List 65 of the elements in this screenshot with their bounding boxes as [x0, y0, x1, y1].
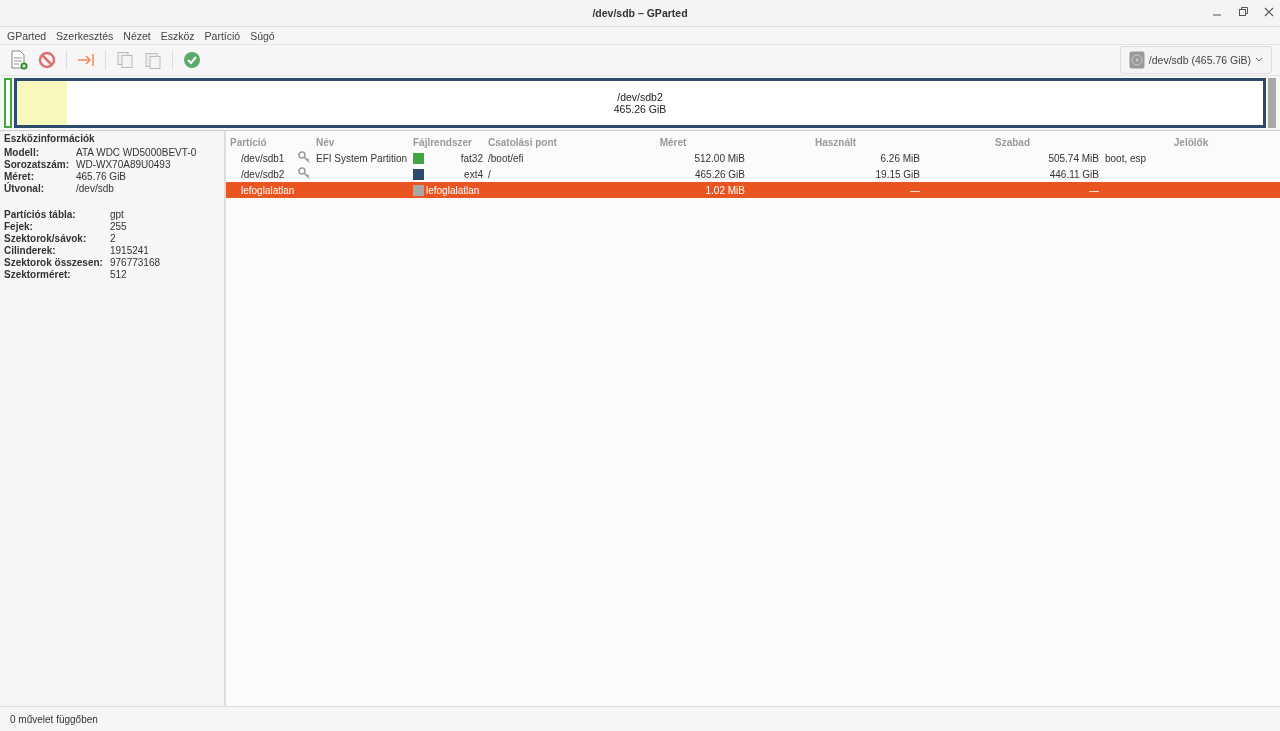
menu-item[interactable]: Partíció — [199, 29, 246, 42]
partition-row[interactable]: /dev/sdb1 EFI System Partition fat32 /boot/efi 512.00 MiB 6.26 MiB 505.74 MiB boot, esp — [226, 150, 1280, 166]
info-label: Cilinderek: — [4, 245, 57, 257]
info-label: Fejek: — [4, 221, 34, 233]
copy-icon[interactable] — [116, 50, 134, 70]
table-cell: 465.26 GiB — [694, 168, 745, 180]
info-value: 255 — [110, 221, 128, 233]
info-value: /dev/sdb — [76, 183, 115, 195]
info-value: 512 — [110, 269, 128, 281]
table-cell: 505.74 MiB — [1048, 152, 1099, 164]
partition-row[interactable]: /dev/sdb2 ext4 / 465.26 GiB 19.15 GiB 446.11 GiB — [226, 166, 1280, 182]
info-label: Partíciós tábla: — [4, 209, 77, 221]
partition-segment[interactable]: /dev/sdb2 465.26 GiB — [14, 78, 1266, 128]
table-cell: 1.02 MiB — [705, 184, 745, 196]
info-value: WD-WX70A89U0493 — [76, 159, 172, 171]
info-label: Szektorok összesen: — [4, 257, 104, 269]
table-cell-text: fat32 — [459, 152, 484, 164]
partition-size: 465.26 GiB — [613, 103, 667, 115]
info-label: Szektorok/sávok: — [4, 233, 88, 245]
info-label: Sorozatszám: — [4, 159, 70, 171]
status-text: 0 művelet függőben — [10, 713, 98, 725]
info-label: Útvonal: — [4, 183, 45, 195]
table-cell-text: /dev/sdb2 — [240, 168, 286, 180]
table-cell: 19.15 GiB — [875, 168, 920, 180]
info-value: gpt — [110, 209, 125, 221]
table-cell: boot, esp — [1105, 152, 1147, 164]
menu-item[interactable]: GParted — [2, 29, 52, 42]
menu-item[interactable]: Szerkesztés — [51, 29, 119, 42]
table-cell: 512.00 MiB — [694, 152, 745, 164]
delete-icon[interactable] — [38, 50, 56, 70]
menu-item[interactable]: Eszköz — [155, 29, 200, 42]
caret-icon — [1255, 57, 1263, 63]
info-title: Eszközinformációk — [4, 133, 96, 144]
menu-item[interactable]: Súgó — [245, 29, 280, 42]
table-cell: — — [1089, 184, 1099, 196]
info-value: 976773168 — [110, 257, 162, 269]
device-dropdown[interactable]: /dev/sdb (465.76 GiB) — [1119, 46, 1272, 74]
info-value: 1915241 — [110, 245, 150, 257]
menu-item[interactable]: Nézet — [118, 29, 156, 42]
window-title: /dev/sdb – GParted — [592, 7, 688, 19]
table-cell-text: ext4 — [463, 168, 484, 180]
table-cell: 6.26 MiB — [880, 152, 920, 164]
table-cell: 446.11 GiB — [1049, 168, 1099, 180]
info-label: Szektorméret: — [4, 269, 72, 281]
info-label: Modell: — [4, 147, 40, 159]
info-value: ATA WDC WD5000BEVT-0 — [76, 147, 198, 159]
info-value: 465.76 GiB — [76, 171, 128, 183]
close-icon[interactable] — [1264, 7, 1274, 17]
table-cell-text: /dev/sdb1 — [240, 152, 286, 164]
table-cell: / — [488, 168, 491, 180]
new-document-icon[interactable] — [10, 50, 28, 70]
maximize-icon[interactable] — [1238, 7, 1248, 17]
info-value: 2 — [110, 233, 117, 245]
partition-segment[interactable] — [4, 78, 12, 128]
disk-icon — [1128, 51, 1145, 69]
partition-name: /dev/sdb2 — [617, 91, 663, 103]
table-cell: — — [910, 184, 920, 196]
table-cell: EFI System Partition — [316, 152, 408, 164]
table-cell-text: lefoglalatlan — [240, 184, 296, 196]
table-cell-text: lefoglalatlan — [426, 184, 481, 196]
paste-icon[interactable] — [144, 50, 162, 70]
apply-check-icon[interactable] — [183, 50, 201, 70]
partition-row[interactable]: lefoglalatlan lefoglalatlan 1.02 MiB — — — [226, 182, 1280, 198]
info-label: Méret: — [4, 171, 35, 182]
table-cell: /boot/efi — [488, 152, 524, 164]
